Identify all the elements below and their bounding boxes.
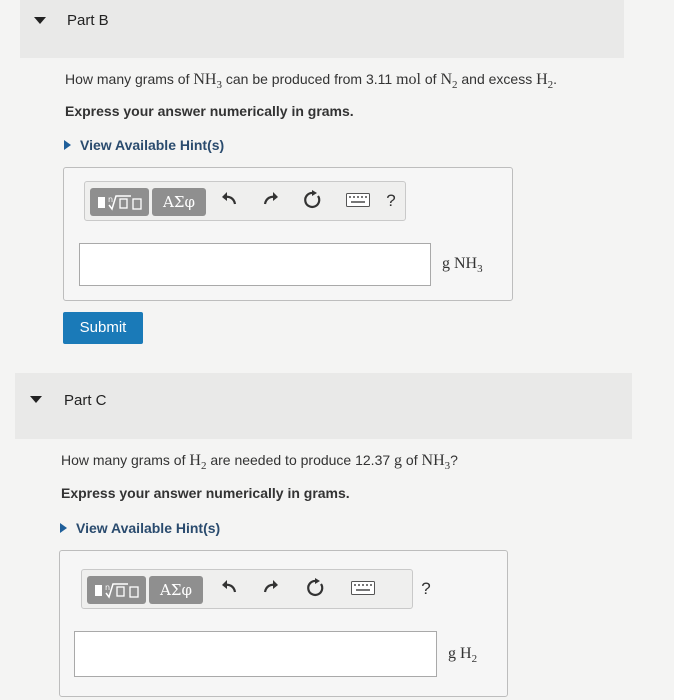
math-toolbar: n ΑΣφ ? xyxy=(81,569,431,609)
part-c-hint-link[interactable]: View Available Hint(s) xyxy=(60,520,220,536)
math-templates-button[interactable]: n xyxy=(87,576,146,604)
part-c-header[interactable] xyxy=(15,373,632,439)
answer-input[interactable] xyxy=(79,243,431,286)
part-b-instruction: Express your answer numerically in grams… xyxy=(65,103,354,119)
keyboard-icon[interactable] xyxy=(345,190,371,212)
answer-unit: g NH3 xyxy=(442,255,483,276)
part-c-title: Part C xyxy=(64,392,107,409)
part-c-answer-box: n ΑΣφ ? g H2 xyxy=(59,550,508,697)
part-b-title: Part B xyxy=(67,12,109,29)
reset-icon[interactable] xyxy=(302,190,324,212)
math-toolbar: n ΑΣφ ? xyxy=(84,181,406,221)
part-b-header[interactable] xyxy=(20,0,624,58)
redo-icon[interactable] xyxy=(260,190,282,212)
caret-down-icon[interactable] xyxy=(30,396,42,403)
math-templates-icon: n xyxy=(94,583,139,599)
reset-icon[interactable] xyxy=(305,578,327,600)
triangle-right-icon xyxy=(60,523,67,533)
keyboard-icon[interactable] xyxy=(350,578,376,600)
svg-text:n: n xyxy=(108,195,113,204)
part-b-question: How many grams of NH3 can be produced fr… xyxy=(65,71,558,92)
math-templates-button[interactable]: n xyxy=(90,188,149,216)
help-button[interactable]: ? xyxy=(380,190,402,212)
page: Part B How many grams of NH3 can be prod… xyxy=(0,0,674,700)
triangle-right-icon xyxy=(64,140,71,150)
undo-icon[interactable] xyxy=(218,578,240,600)
answer-unit: g H2 xyxy=(448,645,478,666)
svg-text:n: n xyxy=(105,583,110,592)
caret-down-icon[interactable] xyxy=(34,17,46,24)
submit-button[interactable]: Submit xyxy=(63,312,143,344)
redo-icon[interactable] xyxy=(260,578,282,600)
part-c-question: How many grams of H2 are needed to produ… xyxy=(61,452,458,473)
part-b-answer-box: n ΑΣφ ? g NH3 xyxy=(63,167,513,301)
greek-symbols-button[interactable]: ΑΣφ xyxy=(149,576,203,604)
undo-icon[interactable] xyxy=(218,190,240,212)
answer-input[interactable] xyxy=(74,631,437,677)
math-templates-icon: n xyxy=(97,195,142,211)
part-c-instruction: Express your answer numerically in grams… xyxy=(61,485,350,501)
help-button[interactable]: ? xyxy=(415,578,437,600)
greek-symbols-button[interactable]: ΑΣφ xyxy=(152,188,206,216)
part-b-hint-link[interactable]: View Available Hint(s) xyxy=(64,137,224,153)
